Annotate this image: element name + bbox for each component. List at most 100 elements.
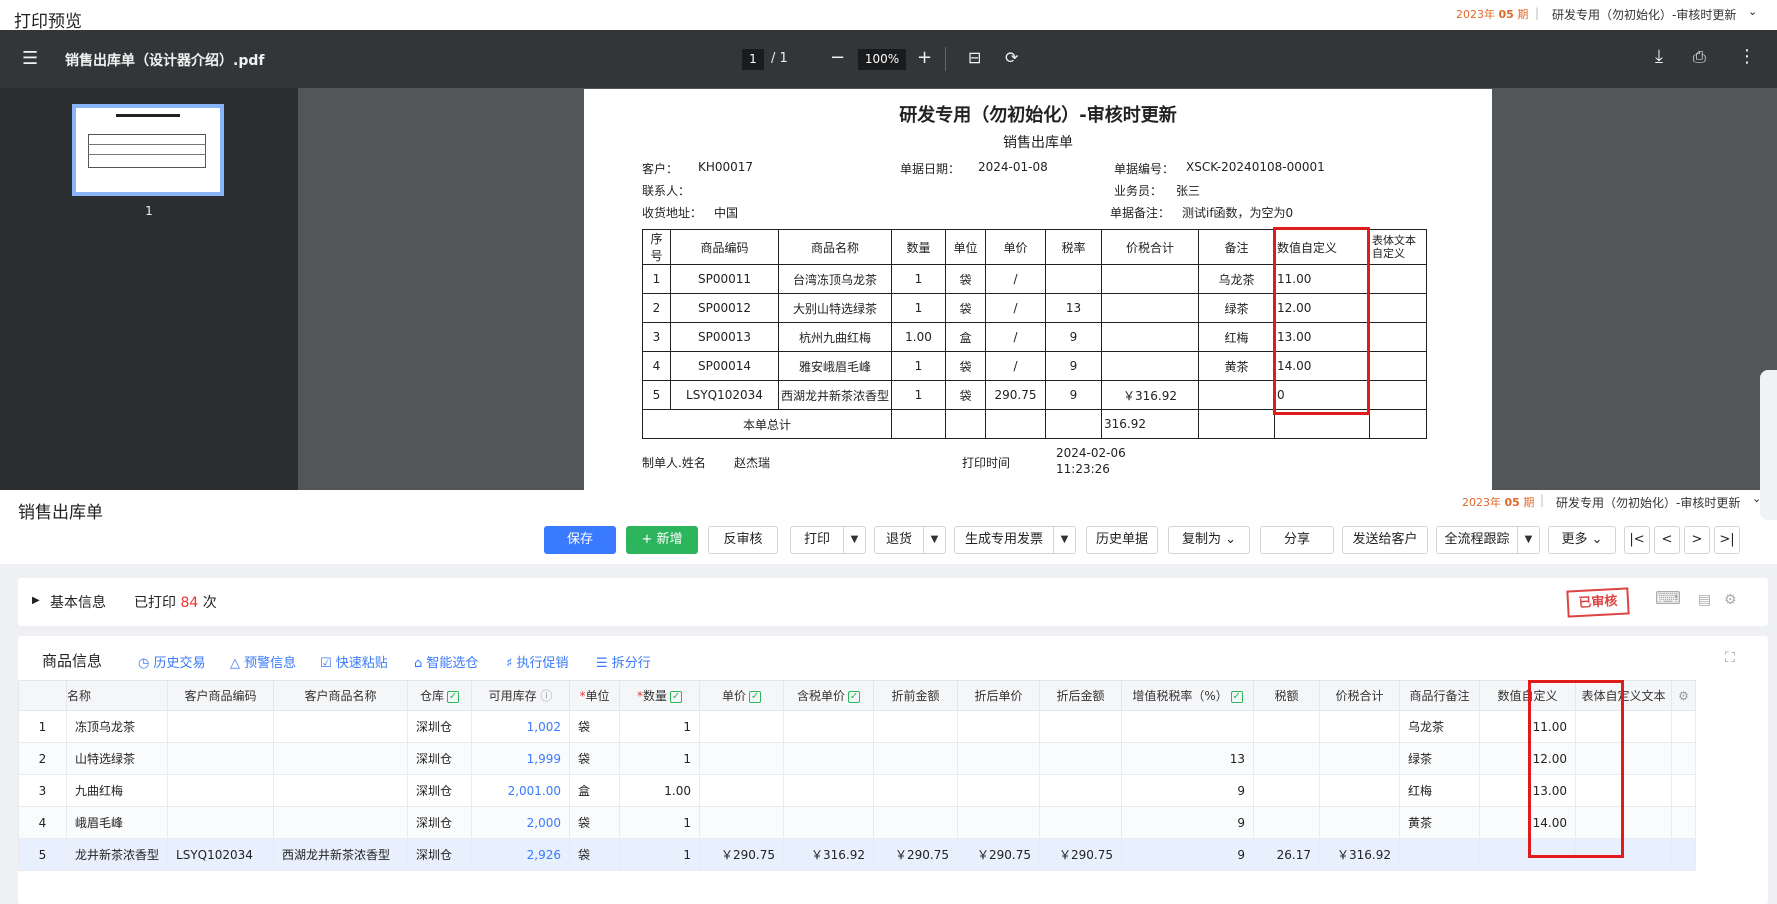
cell-name[interactable]: 龙井新茶浓香型 <box>65 838 169 871</box>
invoice-button[interactable]: 生成专用发票 <box>954 526 1054 554</box>
more-vert-icon[interactable]: ⋮ <box>1738 48 1756 66</box>
cell-taxrate[interactable]: 9 <box>1121 774 1255 807</box>
cell-name[interactable]: 九曲红梅 <box>65 774 169 807</box>
cell-total[interactable]: ￥316.92 <box>1319 838 1401 871</box>
cell-unit[interactable]: 袋 <box>569 742 621 775</box>
cell-unit[interactable]: 袋 <box>569 838 621 871</box>
cell-tax[interactable]: 26.17 <box>1253 838 1321 871</box>
warning-info-link[interactable]: △ 预警信息 <box>230 652 296 671</box>
cell-postprice[interactable]: ￥290.75 <box>957 838 1041 871</box>
cell-preamount[interactable] <box>873 742 959 775</box>
cell-cust-name[interactable] <box>273 742 409 775</box>
cell-qty[interactable]: 1 <box>619 710 701 743</box>
cell-stock[interactable]: 1,002 <box>471 710 571 743</box>
unaudit-button[interactable]: 反审核 <box>708 526 778 554</box>
return-dropdown-icon[interactable]: ▼ <box>924 526 946 554</box>
cell-remark[interactable]: 绿茶 <box>1399 742 1481 775</box>
cell-qty[interactable]: 1 <box>619 838 701 871</box>
cell-tax[interactable] <box>1253 806 1321 839</box>
page-thumbnail[interactable] <box>72 104 224 196</box>
check-icon[interactable]: ✓ <box>1230 690 1243 703</box>
cell-stock[interactable]: 1,999 <box>471 742 571 775</box>
fit-page-icon[interactable]: ⊟ <box>968 49 981 67</box>
add-button[interactable]: + 新增 <box>626 526 698 554</box>
trace-button[interactable]: 全流程跟踪 <box>1436 526 1518 554</box>
cell-cust-code[interactable] <box>167 742 275 775</box>
cell-unit[interactable]: 袋 <box>569 710 621 743</box>
send-customer-button[interactable]: 发送给客户 <box>1342 526 1428 554</box>
zoom-in-icon[interactable]: + <box>917 49 932 67</box>
basic-info-label[interactable]: 基本信息 <box>50 592 106 612</box>
menu-icon[interactable]: ☰ <box>22 50 38 68</box>
cell-name[interactable]: 山特选绿茶 <box>65 742 169 775</box>
org-selector[interactable]: 研发专用（勿初始化）-审核时更新 <box>1556 494 1740 511</box>
cell-preamount[interactable] <box>873 774 959 807</box>
cell-warehouse[interactable]: 深圳仓 <box>407 838 473 871</box>
cell-qty[interactable]: 1 <box>619 806 701 839</box>
grid-settings-icon[interactable]: ⚙ <box>1671 680 1697 711</box>
cell-stock[interactable]: 2,001.00 <box>471 774 571 807</box>
check-icon[interactable]: ✓ <box>848 690 861 703</box>
cell-qty[interactable]: 1 <box>619 742 701 775</box>
last-record-icon[interactable]: >| <box>1714 526 1740 554</box>
trace-dropdown-icon[interactable]: ▼ <box>1518 526 1540 554</box>
cell-postamount[interactable]: ￥290.75 <box>1039 838 1123 871</box>
help-icon[interactable]: ⓘ <box>540 689 552 703</box>
cell-taxrate[interactable]: 13 <box>1121 742 1255 775</box>
copy-as-button[interactable]: 复制为 ⌄ <box>1168 526 1250 554</box>
cell-cust-code[interactable]: LSYQ102034 <box>167 838 275 871</box>
cell-taxrate[interactable]: 9 <box>1121 838 1255 871</box>
doc-settings-icon[interactable]: ▤ <box>1698 592 1711 608</box>
cell-total[interactable] <box>1319 774 1401 807</box>
first-record-icon[interactable]: |< <box>1624 526 1650 554</box>
print-icon[interactable]: ⎙ <box>1693 48 1706 66</box>
cell-cust-name[interactable] <box>273 806 409 839</box>
cell-total[interactable] <box>1319 710 1401 743</box>
cell-price[interactable]: ￥290.75 <box>699 838 785 871</box>
split-row-link[interactable]: ☰ 拆分行 <box>596 652 651 671</box>
history-trade-link[interactable]: ◷ 历史交易 <box>138 652 206 671</box>
expand-icon[interactable]: ▶ <box>32 595 40 606</box>
page-number-input[interactable]: 1 <box>742 49 764 70</box>
side-float-panel[interactable] <box>1760 370 1777 520</box>
cell-tax[interactable] <box>1253 742 1321 775</box>
cell-tax[interactable] <box>1253 774 1321 807</box>
keyboard-icon[interactable]: ⌨ <box>1655 588 1681 609</box>
cell-name[interactable]: 峨眉毛峰 <box>65 806 169 839</box>
history-button[interactable]: 历史单据 <box>1086 526 1158 554</box>
cell-preamount[interactable] <box>873 710 959 743</box>
cell-remark[interactable]: 红梅 <box>1399 774 1481 807</box>
cell-remark[interactable]: 黄茶 <box>1399 806 1481 839</box>
prev-record-icon[interactable]: < <box>1654 526 1680 554</box>
cell-preamount[interactable] <box>873 806 959 839</box>
table-row[interactable]: 5 龙井新茶浓香型 LSYQ102034 西湖龙井新茶浓香型 深圳仓 2,926… <box>18 838 1697 871</box>
cell-taxprice[interactable] <box>783 774 875 807</box>
smart-warehouse-link[interactable]: ⌂ 智能选仓 <box>414 652 478 671</box>
cell-cust-code[interactable] <box>167 774 275 807</box>
chevron-down-icon[interactable]: ⌄ <box>1748 5 1757 18</box>
cell-cust-name[interactable] <box>273 774 409 807</box>
invoice-dropdown-icon[interactable]: ▼ <box>1054 526 1076 554</box>
cell-unit[interactable]: 袋 <box>569 806 621 839</box>
cell-preamount[interactable]: ￥290.75 <box>873 838 959 871</box>
cell-price[interactable] <box>699 742 785 775</box>
cell-qty[interactable]: 1.00 <box>619 774 701 807</box>
rotate-icon[interactable]: ⟳ <box>1005 49 1018 67</box>
cell-taxprice[interactable] <box>783 742 875 775</box>
cell-cust-code[interactable] <box>167 710 275 743</box>
cell-warehouse[interactable]: 深圳仓 <box>407 710 473 743</box>
cell-unit[interactable]: 盒 <box>569 774 621 807</box>
cell-postprice[interactable] <box>957 710 1041 743</box>
cell-postprice[interactable] <box>957 806 1041 839</box>
cell-stock[interactable]: 2,000 <box>471 806 571 839</box>
cell-postamount[interactable] <box>1039 742 1123 775</box>
cell-name[interactable]: 冻顶乌龙茶 <box>65 710 169 743</box>
cell-postamount[interactable] <box>1039 774 1123 807</box>
cell-price[interactable] <box>699 806 785 839</box>
cell-remark[interactable]: 乌龙茶 <box>1399 710 1481 743</box>
cell-postamount[interactable] <box>1039 710 1123 743</box>
cell-cust-name[interactable]: 西湖龙井新茶浓香型 <box>273 838 409 871</box>
print-button[interactable]: 打印 <box>790 526 844 554</box>
next-record-icon[interactable]: > <box>1684 526 1710 554</box>
table-row[interactable]: 3 九曲红梅 深圳仓 2,001.00 盒 1.00 9 红梅 13.00 <box>18 774 1697 807</box>
